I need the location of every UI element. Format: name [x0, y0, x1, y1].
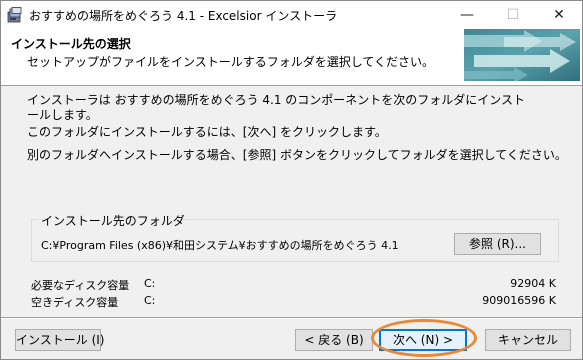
maximize-button[interactable]: ☐: [490, 1, 536, 29]
title-bar: おすすめの場所をめぐろう 4.1 - Excelsior インストーラ — ☐ …: [1, 1, 582, 29]
required-space-value: 92904 K: [510, 277, 556, 290]
footer-divider: [1, 317, 582, 319]
free-space-label: 空きディスク容量: [31, 296, 119, 309]
installer-app-icon: [7, 7, 22, 23]
free-space-drive: C:: [144, 294, 156, 307]
next-button[interactable]: 次へ (N) >: [379, 329, 467, 351]
cancel-button[interactable]: キャンセル: [485, 329, 571, 351]
browse-instruction-text: 別のフォルダへインストールする場合、[参照] ボタンをクリックしてフォルダを選択…: [27, 148, 567, 162]
required-space-label: 必要なディスク容量: [31, 279, 130, 292]
next-instruction-text: このフォルダにインストールするには、[次へ] をクリックします。: [27, 125, 387, 139]
required-space-row: 必要なディスク容量 C: 92904 K: [31, 277, 556, 293]
page-title: インストール先の選択: [11, 37, 131, 51]
wizard-header: インストール先の選択 セットアップがファイルをインストールするフォルダを選択して…: [1, 29, 582, 86]
intro-text: インストーラは おすすめの場所をめぐろう 4.1 のコンポーネントを次のフォルダ…: [27, 93, 526, 122]
minimize-button[interactable]: —: [444, 1, 490, 29]
install-folder-path: C:¥Program Files (x86)¥和田システム¥おすすめの場所をめぐ…: [41, 239, 399, 252]
back-button[interactable]: < 戻る (B): [295, 329, 373, 351]
window-title: おすすめの場所をめぐろう 4.1 - Excelsior インストーラ: [29, 9, 338, 23]
free-space-value: 909016596 K: [482, 294, 556, 307]
install-folder-legend: インストール先のフォルダ: [41, 214, 185, 228]
close-button[interactable]: ✕: [536, 1, 582, 29]
installer-window: おすすめの場所をめぐろう 4.1 - Excelsior インストーラ — ☐ …: [0, 0, 583, 360]
browse-button[interactable]: 参照 (R)...: [454, 233, 541, 255]
install-button[interactable]: インストール (I): [15, 329, 104, 351]
required-space-drive: C:: [144, 277, 156, 290]
page-subtitle: セットアップがファイルをインストールするフォルダを選択してください。: [27, 55, 435, 69]
wizard-banner-image: [464, 29, 580, 81]
free-space-row: 空きディスク容量 C: 909016596 K: [31, 294, 556, 310]
